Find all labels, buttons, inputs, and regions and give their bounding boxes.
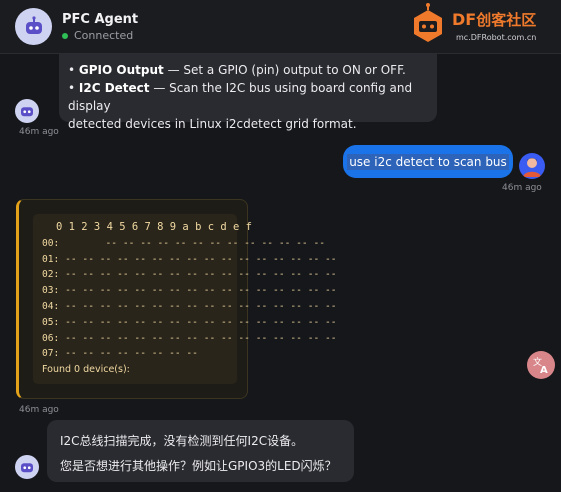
i2c-grid-header: 0 1 2 3 4 5 6 7 8 9 a b c d e f — [56, 221, 252, 233]
agent-avatar — [15, 8, 52, 45]
app-title: PFC Agent — [62, 12, 139, 27]
chat-header: PFC Agent Connected DF创客社区 mc.DFRobot.co… — [0, 0, 561, 54]
message-line: I2C总线扫描完成，没有检测到任何I2C设备。 — [60, 434, 304, 448]
i2c-row: 04: -- -- -- -- -- -- -- -- -- -- -- -- … — [42, 300, 337, 312]
message-line: • I2C Detect — Scan the I2C bus using bo… — [68, 79, 428, 115]
user-message-bubble: use i2c detect to scan bus — [343, 145, 513, 178]
gpio-output-label: GPIO Output — [78, 63, 164, 77]
i2c-row: 07: -- -- -- -- -- -- -- -- — [42, 348, 198, 360]
message-time: 46m ago — [19, 405, 59, 415]
message-line: • GPIO Output — Set a GPIO (pin) output … — [68, 61, 428, 79]
i2c-row: 05: -- -- -- -- -- -- -- -- -- -- -- -- … — [42, 316, 337, 328]
i2c-detect-label: I2C Detect — [78, 81, 150, 95]
connection-status: Connected — [74, 29, 134, 42]
i2c-row: 03: -- -- -- -- -- -- -- -- -- -- -- -- … — [42, 285, 337, 297]
translate-button[interactable]: 文 A — [527, 351, 555, 379]
brand-prefix: DF — [452, 10, 477, 29]
i2c-row: 01: -- -- -- -- -- -- -- -- -- -- -- -- … — [42, 253, 337, 265]
bullet: • — [68, 81, 76, 95]
brand-cn: 创客社区 — [476, 11, 537, 29]
message-time: 46m ago — [19, 127, 59, 137]
user-message-text[interactable]: use i2c detect to scan bus — [347, 153, 509, 170]
message-time: 46m ago — [502, 183, 542, 193]
message-line: detected devices in Linux i2cdetect grid… — [68, 117, 357, 131]
bot-message-bubble: I2C总线扫描完成，没有检测到任何I2C设备。 您是否想进行其他操作？例如让GP… — [47, 420, 354, 482]
robot-icon — [21, 463, 33, 473]
user-avatar — [519, 153, 545, 179]
i2c-row: 06: -- -- -- -- -- -- -- -- -- -- -- -- … — [42, 332, 337, 344]
i2c-result-card: 0 1 2 3 4 5 6 7 8 9 a b c d e f 00: -- --… — [16, 199, 337, 399]
bot-avatar — [15, 99, 39, 123]
dfrobot-brand[interactable]: DF创客社区 mc.DFRobot.com.cn — [410, 0, 561, 54]
devices-found: Found 0 device(s): — [42, 364, 130, 376]
robot-icon — [21, 107, 33, 117]
bullet: • — [68, 63, 76, 77]
bot-message-bubble: • GPIO Output — Set a GPIO (pin) output … — [59, 54, 437, 131]
user-icon — [523, 158, 541, 177]
robot-icon — [25, 15, 42, 34]
i2c-grid[interactable]: 0 1 2 3 4 5 6 7 8 9 a b c d e f 00: -- --… — [33, 214, 337, 384]
bot-avatar — [15, 455, 39, 479]
i2c-row: 00: -- -- -- -- -- -- -- -- -- -- -- -- … — [42, 237, 326, 249]
brand-domain: mc.DFRobot.com.cn — [456, 33, 537, 42]
message-line: 您是否想进行其他操作？例如让GPIO3的LED闪烁？ — [60, 459, 337, 473]
i2c-row: 02: -- -- -- -- -- -- -- -- -- -- -- -- … — [42, 269, 337, 281]
svg-text:A: A — [540, 365, 548, 374]
brand-name: DF创客社区 — [452, 9, 536, 30]
status-dot — [62, 33, 68, 39]
robot-logo — [414, 3, 442, 42]
gpio-output-desc: — Set a GPIO (pin) output to ON or OFF. — [163, 63, 406, 77]
translate-icon: 文 A — [533, 356, 548, 374]
